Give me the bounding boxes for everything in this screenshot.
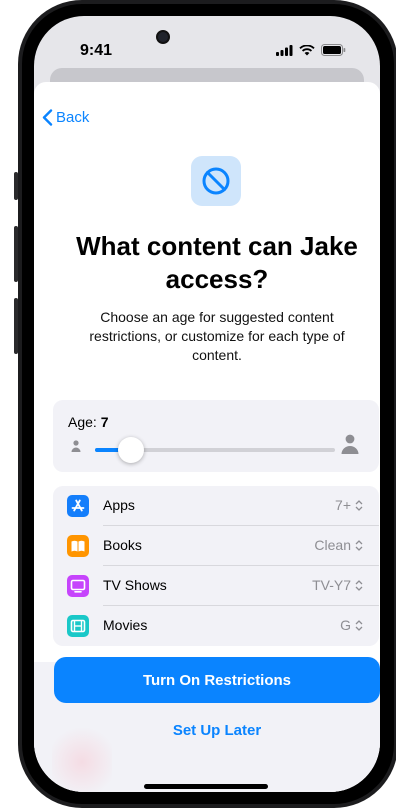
chevron-left-icon <box>42 109 53 126</box>
up-down-chevron-icon <box>355 619 363 631</box>
age-value: 7 <box>100 414 109 430</box>
age-slider[interactable] <box>95 437 335 463</box>
content-type-list: Apps 7+ Books Clean TV Shows TV-Y7 Movie… <box>53 486 379 646</box>
cellular-signal-icon <box>276 44 293 56</box>
front-camera <box>156 30 170 44</box>
list-item-value: 7+ <box>335 497 363 513</box>
list-item-label: Apps <box>103 497 135 513</box>
books-icon <box>67 535 89 557</box>
up-down-chevron-icon <box>355 579 363 591</box>
list-item-label: TV Shows <box>103 577 167 593</box>
restrictions-sheet: Back What content can Jake access? Choos… <box>34 82 380 792</box>
film-icon <box>67 615 89 637</box>
age-selector-card: Age: 7 <box>53 400 379 472</box>
list-item-value: Clean <box>314 537 363 553</box>
status-bar: 9:41 <box>34 16 380 68</box>
no-symbol-icon <box>202 167 230 195</box>
back-label: Back <box>56 109 90 126</box>
wifi-icon <box>299 44 315 55</box>
rating-value: 7+ <box>335 497 351 513</box>
age-label: Age: <box>68 414 97 430</box>
restriction-icon <box>191 156 241 206</box>
rating-value: G <box>340 617 351 633</box>
turn-on-restrictions-button[interactable]: Turn On Restrictions <box>54 657 380 703</box>
age-slider-thumb[interactable] <box>118 437 144 463</box>
list-item-value: TV-Y7 <box>312 577 363 593</box>
screen: 9:41 Back What content can Jake access? … <box>34 16 380 792</box>
list-item-value: G <box>340 617 363 633</box>
app-store-icon <box>67 495 89 517</box>
up-down-chevron-icon <box>355 539 363 551</box>
tv-icon <box>67 575 89 597</box>
person-small-icon <box>71 440 81 452</box>
rating-value: TV-Y7 <box>312 577 351 593</box>
person-large-icon <box>341 434 359 454</box>
set-up-later-button[interactable]: Set Up Later <box>54 722 380 739</box>
back-button[interactable]: Back <box>42 109 89 126</box>
list-item-label: Movies <box>103 617 148 633</box>
battery-icon <box>321 44 346 56</box>
age-label-row: Age: 7 <box>68 414 109 430</box>
list-item-apps[interactable]: Apps 7+ <box>53 486 379 526</box>
list-item-label: Books <box>103 537 142 553</box>
page-title: What content can Jake access? <box>76 231 358 294</box>
home-indicator <box>144 784 268 789</box>
status-time: 9:41 <box>80 42 113 59</box>
list-item-books[interactable]: Books Clean <box>53 526 379 566</box>
rating-value: Clean <box>314 537 351 553</box>
list-item-movies[interactable]: Movies G <box>53 606 379 646</box>
list-item-tv-shows[interactable]: TV Shows TV-Y7 <box>53 566 379 606</box>
up-down-chevron-icon <box>355 499 363 511</box>
page-subtitle: Choose an age for suggested content rest… <box>89 309 345 363</box>
status-icons <box>276 44 346 56</box>
